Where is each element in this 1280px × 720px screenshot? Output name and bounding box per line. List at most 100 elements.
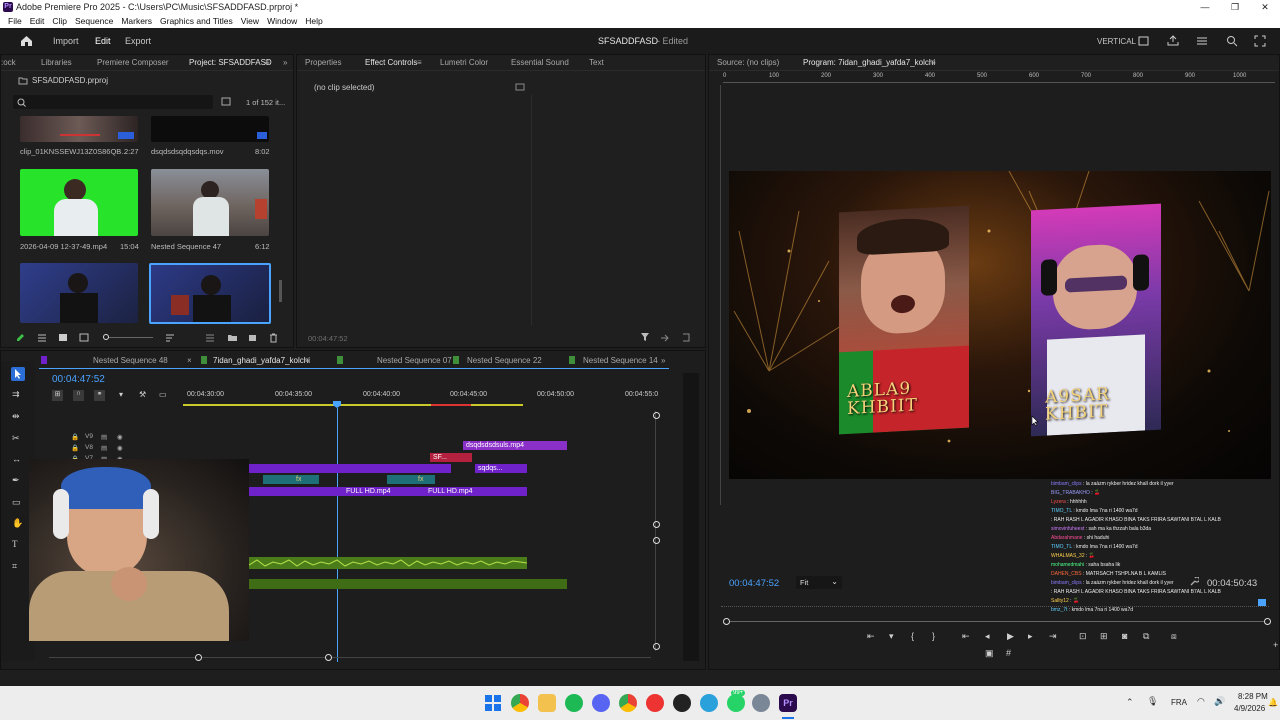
tab-text[interactable]: Text xyxy=(589,58,604,67)
file-explorer-icon[interactable] xyxy=(538,694,556,712)
freeform-view-icon[interactable] xyxy=(79,333,89,342)
go-to-out-icon[interactable]: ⇥ xyxy=(1049,631,1057,642)
sync-lock-icon[interactable]: ▤ xyxy=(101,433,107,441)
mark-in-icon[interactable]: { xyxy=(911,631,914,641)
tab-lumetri-color[interactable]: Lumetri Color xyxy=(440,58,488,67)
list-view-icon[interactable] xyxy=(37,333,47,342)
tab-effect-controls[interactable]: Effect Controls xyxy=(365,58,417,67)
whatsapp-icon[interactable] xyxy=(727,694,745,712)
lift-icon[interactable]: ⊡ xyxy=(1079,631,1087,642)
sort-icon[interactable] xyxy=(165,333,175,342)
linked-selection-icon[interactable]: ⚭ xyxy=(94,390,105,401)
mini-timeline-ruler[interactable] xyxy=(721,601,1269,607)
tab-properties[interactable]: Properties xyxy=(305,58,341,67)
panel-menu-icon[interactable]: ≡ xyxy=(931,58,936,67)
tab-nested-22[interactable]: Nested Sequence 22 xyxy=(467,356,542,365)
chevron-more-icon[interactable]: » xyxy=(661,356,665,365)
playhead-line[interactable] xyxy=(337,408,338,662)
fullscreen-icon[interactable] xyxy=(1254,35,1266,47)
settings-wrench-icon[interactable]: ⚒ xyxy=(139,390,146,399)
scroll-handle-bottom[interactable] xyxy=(653,643,660,650)
app-icon[interactable] xyxy=(646,694,664,712)
settings-gear-icon[interactable] xyxy=(752,694,770,712)
audio-clip-a2[interactable] xyxy=(233,579,567,589)
panel-menu-icon[interactable]: ≡ xyxy=(417,58,422,67)
tab-nested-48[interactable]: Nested Sequence 48 xyxy=(93,356,168,365)
program-video-frame[interactable]: ABLA9 KHBIIT A9SAR KHBIT xyxy=(729,171,1271,479)
vertical-scrollbar[interactable] xyxy=(655,411,659,651)
safe-margins-icon[interactable]: ▣ xyxy=(985,648,994,659)
bin-view-icon[interactable] xyxy=(221,97,231,106)
frame-icon[interactable] xyxy=(1138,36,1149,46)
chevron-up-icon[interactable]: ⌃ xyxy=(1126,697,1134,708)
zoom-select[interactable]: Fit ⌄ xyxy=(796,576,842,589)
menu-edit[interactable]: Edit xyxy=(26,14,49,28)
clip-v6b[interactable]: sqdqs... xyxy=(475,464,527,473)
wrench-icon[interactable] xyxy=(1189,577,1199,587)
add-marker-icon[interactable]: ▾ xyxy=(119,390,123,399)
clip-v8[interactable]: dsqdsdsdsuls.mp4 xyxy=(463,441,567,450)
panel-menu-icon[interactable]: ≡ xyxy=(305,356,310,365)
razor-tool-icon[interactable]: ✂ xyxy=(12,433,20,444)
nav-export[interactable]: Export xyxy=(125,36,151,46)
timeline-timecode[interactable]: 00:04:47:52 xyxy=(52,374,105,385)
add-button-icon[interactable]: + xyxy=(1273,640,1278,650)
eye-icon[interactable]: ◉ xyxy=(117,433,123,441)
wifi-icon[interactable]: ◠ xyxy=(1197,696,1205,707)
tab-program[interactable]: Program: 7idan_ghadi_yafda7_kolchi xyxy=(803,58,935,67)
tab-libraries[interactable]: Libraries xyxy=(41,58,72,67)
home-icon[interactable] xyxy=(20,35,33,47)
telegram-icon[interactable] xyxy=(700,694,718,712)
menu-file[interactable]: File xyxy=(4,14,26,28)
new-item-icon[interactable] xyxy=(248,333,258,342)
menu-markers[interactable]: Markers xyxy=(117,14,156,28)
menu-window[interactable]: Window xyxy=(263,14,301,28)
selection-tool-icon[interactable] xyxy=(11,367,25,381)
notification-bell-icon[interactable]: 🔔 xyxy=(1268,698,1278,707)
nav-edit[interactable]: Edit xyxy=(95,36,111,46)
tab-essential-sound[interactable]: Essential Sound xyxy=(511,58,569,67)
type-tool-icon[interactable]: T xyxy=(12,539,18,549)
horizontal-scrollbar[interactable] xyxy=(49,657,651,658)
lock-icon[interactable]: 🔒 xyxy=(71,433,79,441)
thumbnail-clip-06-selected[interactable] xyxy=(149,263,271,324)
close-icon[interactable]: × xyxy=(187,356,192,365)
menu-clip[interactable]: Clip xyxy=(48,14,71,28)
add-marker-icon[interactable]: ▾ xyxy=(889,631,894,642)
chevron-more-icon[interactable]: » xyxy=(283,58,287,67)
filter-icon[interactable] xyxy=(640,332,650,342)
close-button[interactable]: ✕ xyxy=(1250,0,1280,14)
ripple-edit-tool-icon[interactable]: ⇹ xyxy=(12,411,20,422)
tab-nested-07[interactable]: Nested Sequence 07 xyxy=(377,356,452,365)
spotify-icon[interactable] xyxy=(565,694,583,712)
clip-v5a[interactable]: fx xyxy=(263,475,319,484)
mark-out-icon[interactable]: } xyxy=(932,631,935,641)
clip-v4c[interactable]: FULL HD.mp4 xyxy=(425,487,527,496)
trash-icon[interactable] xyxy=(269,333,278,343)
menu-sequence[interactable]: Sequence xyxy=(71,14,117,28)
menu-graphics[interactable]: Graphics and Titles xyxy=(156,14,237,28)
thumbnail-clip-01[interactable] xyxy=(20,116,138,142)
discord-icon[interactable] xyxy=(592,694,610,712)
lock-icon[interactable]: 🔒 xyxy=(71,444,79,452)
slip-tool-icon[interactable]: ↔ xyxy=(12,454,21,464)
language-indicator[interactable]: FRA xyxy=(1171,698,1187,707)
obs-icon[interactable] xyxy=(673,694,691,712)
aspect-label[interactable]: VERTICAL xyxy=(1097,37,1136,46)
premiere-pro-taskbar-icon[interactable]: Pr xyxy=(779,694,797,712)
share-icon[interactable] xyxy=(1167,35,1179,46)
zoom-handle-left[interactable] xyxy=(723,618,730,625)
project-search-input[interactable] xyxy=(13,95,213,109)
step-forward-icon[interactable]: ▸ xyxy=(1028,631,1033,642)
search-icon[interactable] xyxy=(1226,35,1238,47)
menu-view[interactable]: View xyxy=(237,14,263,28)
new-bin-icon[interactable] xyxy=(227,333,238,342)
microphone-icon[interactable]: 🎙 xyxy=(1147,696,1158,707)
snap-icon[interactable]: ∩ xyxy=(73,390,84,401)
clip-v4b[interactable]: FULL HD.mp4 xyxy=(343,487,425,496)
chrome-profile-icon[interactable] xyxy=(619,694,637,712)
menu-help[interactable]: Help xyxy=(301,14,326,28)
tab-dock[interactable]: :ock xyxy=(1,58,16,67)
play-icon[interactable]: ▶ xyxy=(1007,631,1014,642)
tab-project[interactable]: Project: SFSADDFASD xyxy=(189,58,272,67)
